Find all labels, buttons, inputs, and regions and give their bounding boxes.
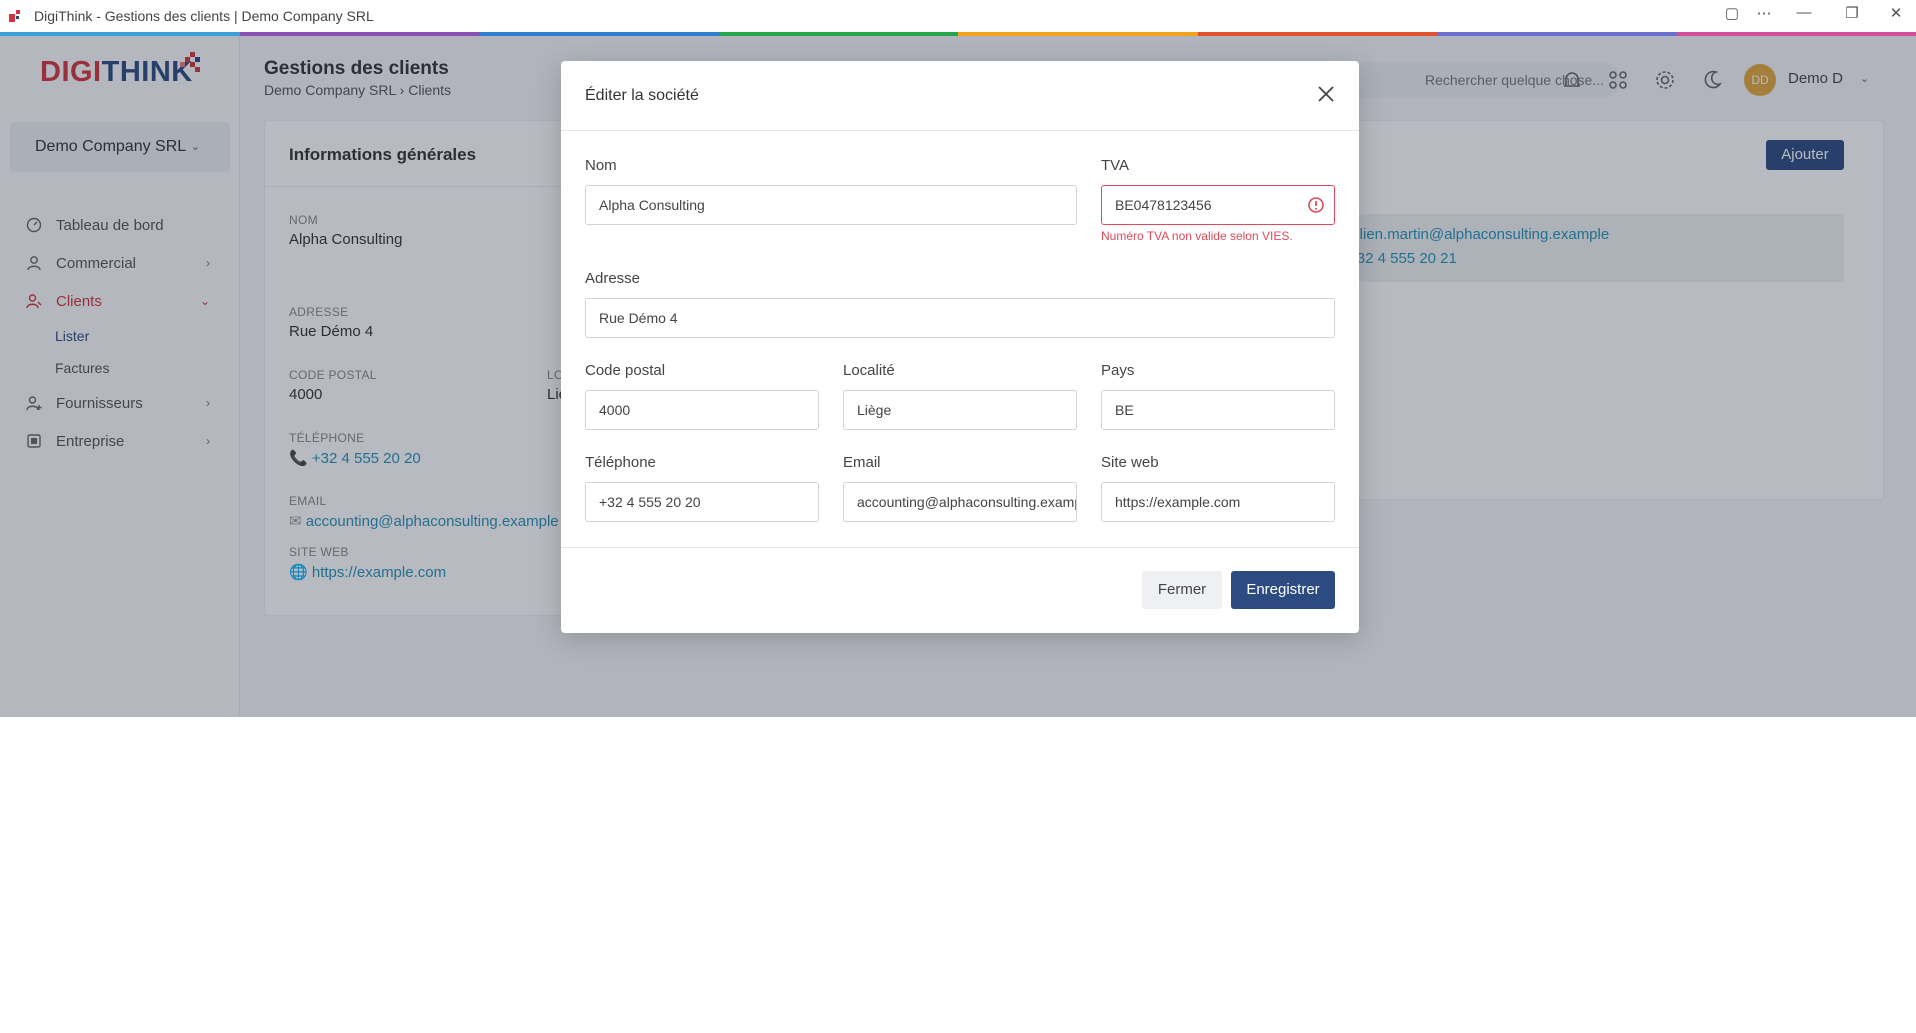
- field-label: Téléphone: [585, 454, 656, 471]
- more-icon[interactable]: ⋯: [1752, 4, 1776, 22]
- field-label: Localité: [843, 362, 895, 379]
- restore-icon[interactable]: ❐: [1840, 4, 1864, 22]
- field-label: TVA: [1101, 157, 1130, 174]
- telephone-input[interactable]: +32 4 555 20 20: [585, 482, 819, 522]
- email-input[interactable]: accounting@alphaconsulting.example: [843, 482, 1077, 522]
- modal-footer-divider: [561, 547, 1359, 548]
- tva-input[interactable]: BE0478123456: [1101, 185, 1335, 225]
- close-window-icon[interactable]: ✕: [1884, 4, 1908, 22]
- cast-icon[interactable]: ▢: [1720, 4, 1744, 22]
- minimize-icon[interactable]: —: [1792, 4, 1816, 21]
- close-icon[interactable]: [1317, 85, 1335, 103]
- modal-header: Éditer la société: [561, 61, 1359, 131]
- error-icon: [1308, 197, 1324, 213]
- code-postal-input[interactable]: 4000: [585, 390, 819, 430]
- enregistrer-button[interactable]: Enregistrer: [1231, 571, 1335, 609]
- localite-input[interactable]: Liège: [843, 390, 1077, 430]
- field-label: Nom: [585, 157, 617, 174]
- field-label: Code postal: [585, 362, 666, 379]
- field-label: Adresse: [585, 270, 641, 287]
- field-label: Email: [843, 454, 881, 471]
- modal-title: Éditer la société: [585, 87, 699, 104]
- fermer-button[interactable]: Fermer: [1142, 571, 1222, 609]
- pays-input[interactable]: BE: [1101, 390, 1335, 430]
- field-label: Pays: [1101, 362, 1135, 379]
- window-titlebar: DigiThink - Gestions des clients | Demo …: [0, 0, 1916, 32]
- adresse-input[interactable]: Rue Démo 4: [585, 298, 1335, 338]
- nom-input[interactable]: Alpha Consulting: [585, 185, 1077, 225]
- site-web-input[interactable]: https://example.com: [1101, 482, 1335, 522]
- app-icon: [9, 10, 20, 22]
- tva-error-message: Numéro TVA non valide selon VIES.: [1101, 229, 1293, 243]
- window-title: DigiThink - Gestions des clients | Demo …: [34, 8, 374, 24]
- field-label: Site web: [1101, 454, 1159, 471]
- edit-company-modal: Éditer la société Nom Alpha Consulting T…: [561, 61, 1359, 633]
